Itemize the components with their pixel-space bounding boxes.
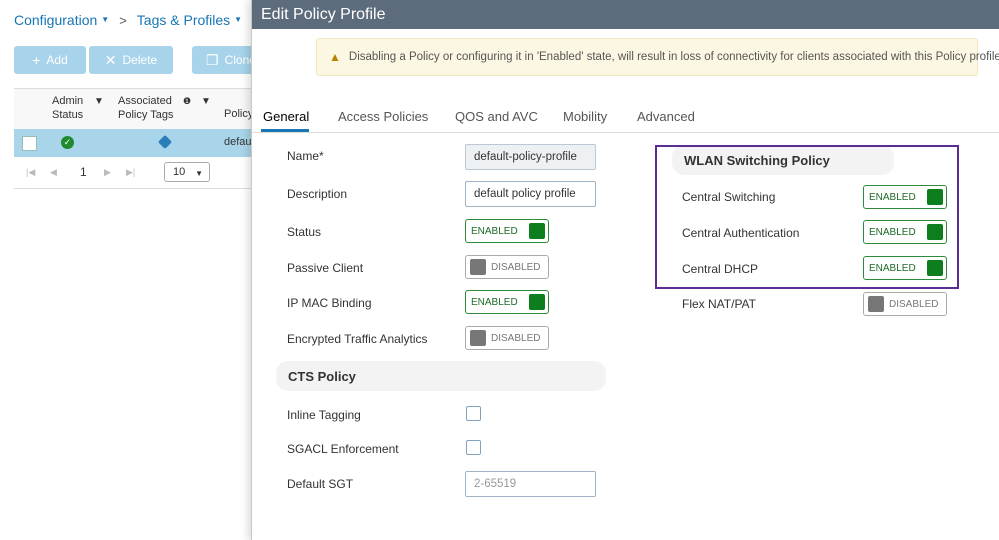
- passive-client-toggle[interactable]: DISABLED: [465, 255, 549, 279]
- header-policy-tags[interactable]: Associated Policy Tags: [118, 94, 173, 122]
- toggle-knob: [529, 294, 545, 310]
- toggle-knob: [470, 330, 486, 346]
- active-tab-indicator: [261, 129, 309, 132]
- central-dhcp-label: Central DHCP: [682, 262, 759, 276]
- info-icon: ❶: [183, 96, 192, 106]
- tab-qos-avc[interactable]: QOS and AVC: [455, 109, 538, 124]
- central-dhcp-toggle[interactable]: ENABLED: [863, 256, 947, 280]
- header-admin-status[interactable]: Admin Status: [52, 94, 83, 122]
- description-label: Description: [287, 187, 348, 201]
- tag-icon: [157, 134, 173, 150]
- toggle-knob: [868, 296, 884, 312]
- per-page-select[interactable]: 10 ▼: [164, 162, 210, 182]
- central-switching-toggle[interactable]: ENABLED: [863, 185, 947, 209]
- sgacl-enforcement-checkbox[interactable]: [466, 440, 481, 455]
- copy-icon: ❐: [206, 51, 219, 68]
- toggle-knob: [529, 223, 545, 239]
- name-field[interactable]: default-policy-profile: [465, 144, 596, 170]
- inline-tagging-checkbox[interactable]: [466, 406, 481, 421]
- edit-policy-profile-modal: Edit Policy Profile ▲ Disabling a Policy…: [251, 0, 999, 540]
- toggle-knob: [927, 189, 943, 205]
- description-field[interactable]: default policy profile: [465, 181, 596, 207]
- tab-bar: General Access Policies QOS and AVC Mobi…: [252, 102, 999, 133]
- tab-mobility[interactable]: Mobility: [563, 109, 607, 124]
- status-toggle[interactable]: ENABLED: [465, 219, 549, 243]
- central-switching-label: Central Switching: [682, 190, 776, 204]
- first-page-icon[interactable]: |◀: [26, 167, 35, 178]
- filter-icon[interactable]: ▼: [201, 96, 211, 107]
- toggle-knob: [927, 224, 943, 240]
- tab-access-policies[interactable]: Access Policies: [338, 109, 428, 124]
- breadcrumb: Configuration▼ > Tags & Profiles▼ > P: [14, 12, 279, 28]
- default-sgt-label: Default SGT: [287, 477, 354, 491]
- prev-page-icon[interactable]: ◀: [50, 167, 57, 178]
- filter-icon[interactable]: ▼: [94, 96, 104, 107]
- sgacl-enforcement-label: SGACL Enforcement: [287, 442, 399, 456]
- check-circle-icon: ✓: [61, 136, 74, 149]
- row-checkbox[interactable]: [22, 136, 37, 151]
- table-header: Admin Status ▼ Associated Policy Tags ❶ ▼ …: [14, 88, 254, 130]
- toggle-knob: [470, 259, 486, 275]
- passive-client-label: Passive Client: [287, 261, 364, 275]
- caret-down-icon: ▼: [195, 169, 203, 178]
- toggle-knob: [927, 260, 943, 276]
- table-row[interactable]: ✓ defau: [14, 129, 254, 157]
- tab-advanced[interactable]: Advanced: [637, 109, 695, 124]
- breadcrumb-configuration[interactable]: Configuration ▼: [14, 12, 109, 28]
- warning-banner: ▲ Disabling a Policy or configuring it i…: [316, 38, 999, 76]
- warning-icon: ▲: [329, 50, 341, 64]
- ip-mac-binding-label: IP MAC Binding: [287, 296, 372, 310]
- plus-icon: +: [32, 52, 41, 68]
- pagination: |◀ ◀ 1 ▶ ▶| 10 ▼: [14, 158, 254, 189]
- next-page-icon[interactable]: ▶: [104, 167, 111, 178]
- flex-nat-pat-label: Flex NAT/PAT: [682, 297, 757, 311]
- header-policy[interactable]: Policy: [224, 107, 253, 121]
- caret-down-icon: ▼: [234, 14, 243, 24]
- flex-nat-pat-toggle[interactable]: DISABLED: [863, 292, 947, 316]
- status-label: Status: [287, 225, 322, 239]
- chevron-right-icon: >: [119, 12, 127, 28]
- current-page: 1: [80, 165, 87, 179]
- eta-label: Encrypted Traffic Analytics: [287, 332, 428, 346]
- warning-text: Disabling a Policy or configuring it in …: [348, 51, 999, 63]
- delete-button[interactable]: ✕ Delete: [89, 46, 173, 74]
- eta-toggle[interactable]: DISABLED: [465, 326, 549, 350]
- ip-mac-binding-toggle[interactable]: ENABLED: [465, 290, 549, 314]
- tab-general[interactable]: General: [263, 109, 309, 124]
- name-label: Name*: [287, 149, 324, 163]
- last-page-icon[interactable]: ▶|: [126, 167, 135, 178]
- policy-name-cell: defau: [224, 136, 252, 148]
- modal-title: Edit Policy Profile: [252, 0, 999, 29]
- add-button[interactable]: + Add: [14, 46, 86, 74]
- central-authentication-label: Central Authentication: [682, 226, 800, 240]
- close-icon: ✕: [104, 51, 117, 68]
- cts-policy-header: CTS Policy: [276, 361, 606, 391]
- caret-down-icon: ▼: [101, 14, 110, 24]
- central-authentication-toggle[interactable]: ENABLED: [863, 220, 947, 244]
- inline-tagging-label: Inline Tagging: [287, 408, 361, 422]
- default-sgt-input[interactable]: 2-65519: [465, 471, 596, 497]
- breadcrumb-tags-profiles[interactable]: Tags & Profiles ▼: [137, 12, 242, 28]
